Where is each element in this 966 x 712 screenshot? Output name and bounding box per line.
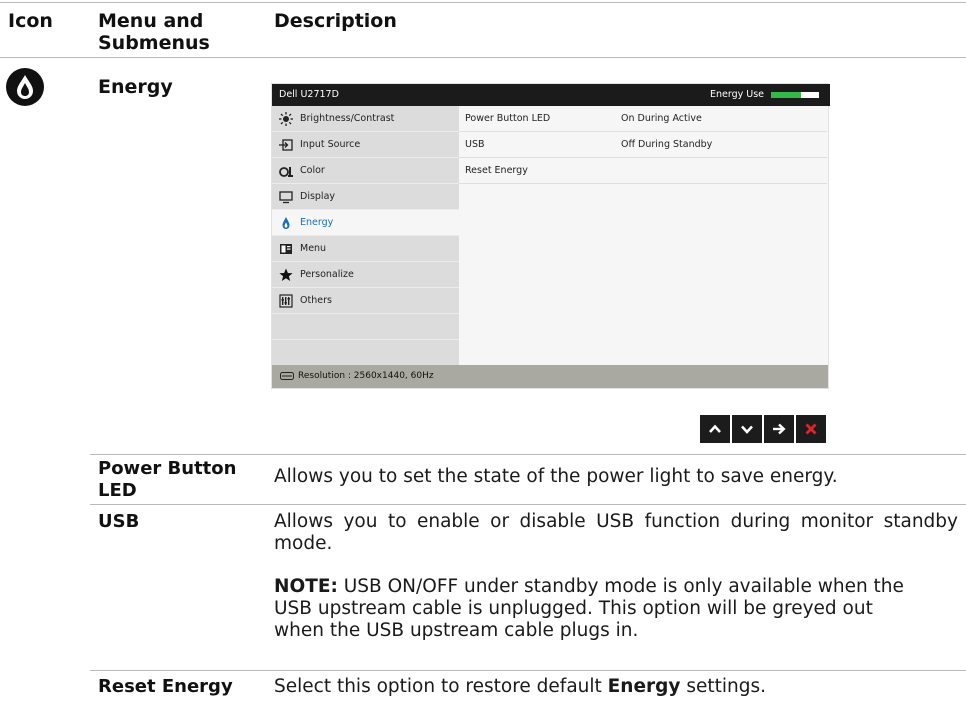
col-header-icon: Icon <box>8 10 53 32</box>
menu-item-input-source[interactable]: Input Source <box>272 132 459 158</box>
menu-item-brightness-contrast[interactable]: Brightness/Contrast <box>272 106 459 132</box>
up-button[interactable] <box>700 415 730 443</box>
menu-item-empty <box>272 314 459 340</box>
desc-text: Select this option to restore default <box>274 676 608 697</box>
note-label: NOTE: <box>274 576 338 597</box>
menu-item-label: Others <box>300 295 332 306</box>
submenu-label: USB <box>465 139 485 150</box>
menu-item-label: Menu <box>300 243 327 254</box>
close-icon <box>805 423 817 435</box>
col-header-menu: Menu and Submenus <box>98 10 210 54</box>
note-text: USB ON/OFF under standby mode is only av… <box>274 576 904 641</box>
submenu-row-usb[interactable]: USB Off During Standby <box>459 132 827 158</box>
color-icon <box>279 167 293 177</box>
up-arrow-icon <box>709 424 721 433</box>
energy-use-label: Energy Use <box>710 89 765 100</box>
osd-title-bar: Dell U2717D Energy Use <box>272 84 830 106</box>
energy-use-meter <box>771 92 819 98</box>
menu-item-label: Brightness/Contrast <box>300 113 395 124</box>
row-term-power-button-led: Power Button LED <box>98 458 237 501</box>
row-note-usb: NOTE: USB ON/OFF under standby mode is o… <box>274 576 914 642</box>
right-button[interactable] <box>764 415 794 443</box>
others-icon <box>279 294 293 308</box>
row-desc-reset-energy: Select this option to restore default En… <box>274 676 958 698</box>
section-title: Energy <box>98 76 173 98</box>
menu-item-label: Display <box>300 191 336 202</box>
osd-nav-buttons <box>700 415 826 443</box>
energy-use-meter-fill <box>771 92 801 98</box>
input-source-icon <box>279 139 293 151</box>
menu-item-empty <box>272 340 459 366</box>
osd-main-menu: Brightness/Contrast Input Source Color D… <box>272 106 459 365</box>
menu-item-menu[interactable]: Menu <box>272 236 459 262</box>
menu-item-label: Input Source <box>300 139 361 150</box>
submenu-label: Reset Energy <box>465 165 528 176</box>
brightness-icon <box>279 112 293 126</box>
submenu-value: Off During Standby <box>621 139 713 150</box>
desc-text: settings. <box>680 676 766 697</box>
col-header-description: Description <box>274 10 397 32</box>
energy-icon <box>282 217 290 229</box>
osd-model-name: Dell U2717D <box>279 89 339 100</box>
desc-bold-energy: Energy <box>607 676 681 697</box>
star-icon <box>279 268 293 281</box>
close-button[interactable] <box>796 415 826 443</box>
down-button[interactable] <box>732 415 762 443</box>
menu-icon <box>280 244 292 254</box>
resolution-status: Resolution : 2560x1440, 60Hz <box>298 371 434 381</box>
row-desc-power-button-led: Allows you to set the state of the power… <box>274 466 838 487</box>
energy-drop-icon <box>6 68 44 106</box>
display-icon <box>279 191 293 204</box>
menu-item-label: Color <box>300 165 325 176</box>
osd-screenshot: Dell U2717D Energy Use Brightness/Contra… <box>271 83 830 389</box>
row-term-usb: USB <box>98 511 140 532</box>
menu-item-label: Energy <box>300 217 334 228</box>
submenu-row-reset-energy[interactable]: Reset Energy <box>459 158 827 184</box>
submenu-label: Power Button LED <box>465 113 551 124</box>
row-term-reset-energy: Reset Energy <box>98 676 233 697</box>
menu-item-color[interactable]: Color <box>272 158 459 184</box>
cable-connector-icon <box>280 372 294 380</box>
osd-energy-submenu: Power Button LED On During Active USB Of… <box>459 106 828 365</box>
osd-status-bar: Resolution : 2560x1440, 60Hz <box>272 365 828 388</box>
submenu-row-power-button-led[interactable]: Power Button LED On During Active <box>459 106 827 132</box>
menu-item-others[interactable]: Others <box>272 288 459 314</box>
menu-item-display[interactable]: Display <box>272 184 459 210</box>
right-arrow-icon <box>773 423 786 435</box>
menu-item-personalize[interactable]: Personalize <box>272 262 459 288</box>
menu-item-label: Personalize <box>300 269 354 280</box>
row-desc-usb: Allows you to enable or disable USB func… <box>274 511 958 554</box>
down-arrow-icon <box>741 425 753 434</box>
menu-item-energy[interactable]: Energy <box>272 210 459 236</box>
submenu-value: On During Active <box>621 113 702 124</box>
